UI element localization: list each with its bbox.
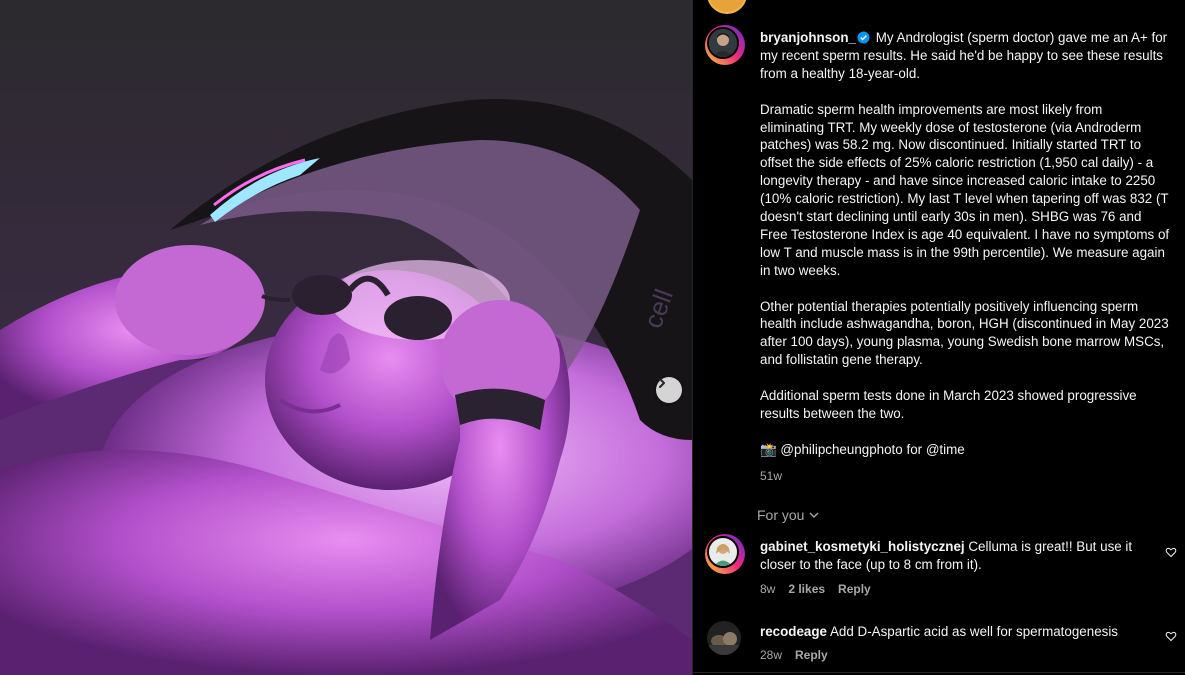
comment-body: Add D-Aspartic acid as well for spermato… (829, 624, 1119, 639)
post-details-panel: bryanjohnson_ My Andrologist (sperm doct… (693, 0, 1185, 675)
comment-text: recodeage Add D-Aspartic acid as well fo… (760, 623, 1145, 641)
reply-button[interactable]: Reply (838, 582, 871, 596)
sort-label: For you (757, 507, 805, 523)
chevron-right-icon (659, 378, 665, 388)
caption-paragraph-1: Dramatic sperm health improvements are m… (760, 101, 1170, 278)
photo-illustration: cell (0, 0, 692, 675)
caption-paragraph-3: Additional sperm tests done in March 202… (760, 388, 1137, 421)
verified-badge-icon (857, 31, 870, 44)
commenter-username[interactable]: recodeage (760, 624, 827, 639)
author-username[interactable]: bryanjohnson_ (760, 30, 856, 45)
credit-handle-link[interactable]: @philipcheungphoto (780, 442, 902, 457)
comment-meta: 28w Reply (760, 648, 828, 662)
camera-emoji-icon: 📸 (760, 441, 777, 457)
commenter-avatar-image (707, 621, 741, 655)
reply-button[interactable]: Reply (795, 648, 828, 662)
credit-for-text: for (906, 441, 923, 457)
panel-bottom-divider (693, 672, 1185, 673)
next-image-button[interactable] (656, 377, 682, 403)
chevron-down-icon (809, 512, 819, 518)
post-image: cell (0, 0, 692, 675)
like-heart-icon[interactable] (1165, 630, 1177, 642)
author-avatar-image (709, 29, 737, 57)
comment-likes[interactable]: 2 likes (788, 582, 825, 596)
commenter-avatar-image (709, 538, 737, 566)
photo-credit: 📸 @philipcheungphoto for @time (760, 441, 1170, 459)
caption-paragraph-2: Other potential therapies potentially po… (760, 298, 1169, 368)
post-timestamp[interactable]: 51w (760, 469, 782, 483)
comment-timestamp[interactable]: 8w (760, 582, 775, 596)
post-caption: bryanjohnson_ My Andrologist (sperm doct… (760, 29, 1170, 459)
like-heart-icon[interactable] (1165, 546, 1177, 558)
credit-tag-link[interactable]: @time (926, 442, 965, 457)
commenter-avatar[interactable] (705, 534, 745, 574)
comment-text: gabinet_kosmetyki_holistycznej Celluma i… (760, 538, 1145, 574)
comment-timestamp[interactable]: 28w (760, 648, 782, 662)
comments-sort-dropdown[interactable]: For you (757, 507, 820, 523)
comment-meta: 8w 2 likes Reply (760, 582, 871, 596)
header-avatar[interactable] (707, 0, 747, 14)
author-avatar[interactable] (705, 25, 745, 65)
commenter-username[interactable]: gabinet_kosmetyki_holistycznej (760, 539, 965, 554)
commenter-avatar[interactable] (707, 621, 741, 655)
